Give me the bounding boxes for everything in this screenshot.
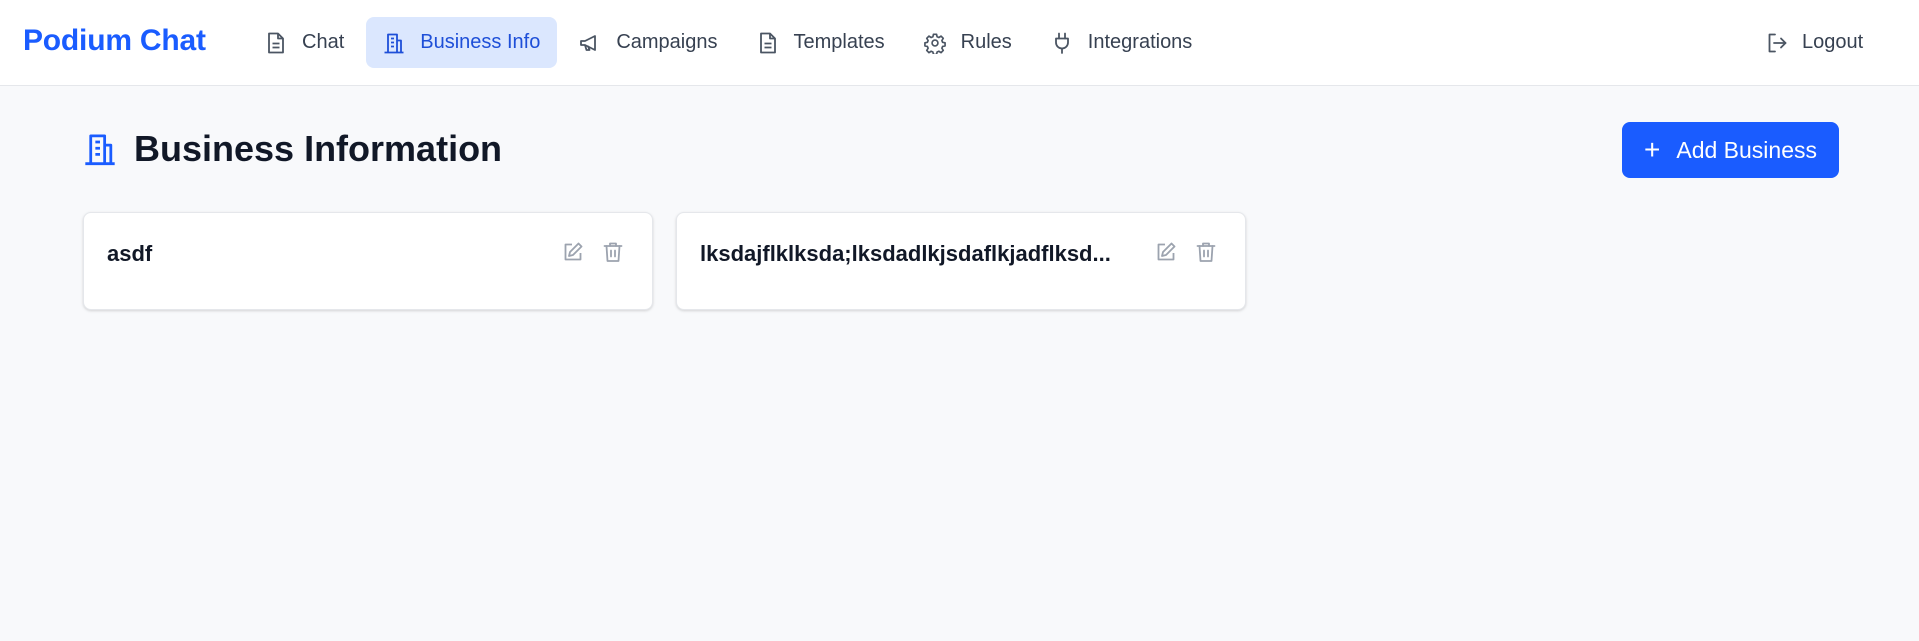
logout-label: Logout <box>1802 31 1864 53</box>
nav-item-campaigns[interactable]: Campaigns <box>562 17 734 68</box>
business-name: asdf <box>107 241 153 266</box>
document-icon <box>265 32 287 54</box>
card-actions <box>1154 240 1234 264</box>
business-card[interactable]: asdf <box>83 212 653 310</box>
add-business-label: Add Business <box>1676 136 1817 163</box>
plug-icon <box>1051 32 1073 54</box>
document-icon <box>757 32 779 54</box>
business-card[interactable]: lksdajflklksda;lksdadlkjsdaflkjadflksd..… <box>676 212 1246 310</box>
building-icon <box>383 32 405 54</box>
brand-logo[interactable]: Podium Chat <box>23 24 206 58</box>
nav-item-chat[interactable]: Chat <box>248 17 361 68</box>
trash-icon[interactable] <box>601 240 625 264</box>
logout-icon <box>1766 32 1788 54</box>
nav-item-label: Templates <box>793 31 885 53</box>
nav-item-label: Integrations <box>1087 31 1193 53</box>
edit-icon[interactable] <box>1154 240 1178 264</box>
nav-item-integrations[interactable]: Integrations <box>1034 17 1210 68</box>
edit-icon[interactable] <box>561 240 585 264</box>
main-nav: Chat Business Info Campaigns Templates R… <box>248 17 1214 68</box>
business-name: lksdajflklksda;lksdadlkjsdaflkjadflksd..… <box>700 241 1111 266</box>
nav-item-label: Business Info <box>420 31 541 53</box>
business-list: asdf lksdajflklksda;lksdadlkjsdaflkjadfl… <box>83 212 1269 310</box>
nav-item-label: Rules <box>960 31 1012 53</box>
page-header: Business Information + Add Business <box>83 122 1839 178</box>
page-title-text: Business Information <box>134 128 503 169</box>
gear-icon <box>923 32 946 54</box>
top-navbar: Podium Chat Chat Business Info Campaigns… <box>0 0 1919 86</box>
plus-icon: + <box>1644 134 1661 165</box>
logout-button[interactable]: Logout <box>1749 17 1880 68</box>
nav-item-label: Chat <box>302 31 345 53</box>
megaphone-icon <box>579 32 601 54</box>
nav-item-label: Campaigns <box>616 31 718 53</box>
building-icon <box>83 131 117 167</box>
trash-icon[interactable] <box>1194 240 1218 264</box>
add-business-button[interactable]: + Add Business <box>1622 122 1839 178</box>
page-title: Business Information <box>83 128 502 170</box>
nav-item-templates[interactable]: Templates <box>740 17 902 68</box>
nav-item-business-info[interactable]: Business Info <box>366 17 558 68</box>
nav-item-rules[interactable]: Rules <box>907 17 1029 68</box>
card-actions <box>561 240 641 264</box>
